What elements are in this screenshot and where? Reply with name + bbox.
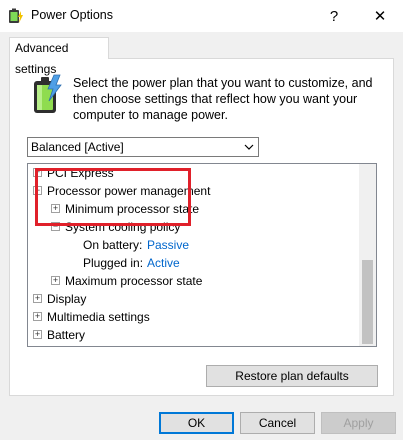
setting-label: Plugged in:	[83, 256, 144, 270]
on-battery-value-link[interactable]: Passive	[147, 236, 189, 254]
power-plan-select[interactable]: Balanced [Active]	[27, 137, 259, 157]
cancel-button[interactable]: Cancel	[240, 412, 315, 434]
expand-icon[interactable]: +	[33, 168, 42, 177]
apply-button[interactable]: Apply	[321, 412, 396, 434]
collapse-icon[interactable]: −	[51, 222, 60, 231]
power-options-icon	[9, 8, 23, 23]
tree-item-label: Minimum processor state	[65, 202, 200, 216]
tree-item-label: Display	[47, 292, 87, 306]
tab-advanced-settings[interactable]: Advanced settings	[9, 37, 109, 76]
expand-icon[interactable]: +	[33, 312, 42, 321]
expand-icon[interactable]: +	[33, 330, 42, 339]
tree-item-label: System cooling policy	[65, 220, 181, 234]
power-plan-value: Balanced [Active]	[31, 140, 124, 154]
restore-plan-defaults-button[interactable]: Restore plan defaults	[206, 365, 378, 387]
tree-item-label: Battery	[47, 328, 86, 342]
tree-item-label: PCI Express	[47, 166, 114, 180]
chevron-down-icon	[244, 139, 254, 161]
window-title: Power Options	[31, 8, 113, 22]
title-bar: Power Options ? ✕	[0, 0, 403, 32]
settings-tree[interactable]: + PCI Express − Processor power manageme…	[27, 163, 377, 347]
description-text: Select the power plan that you want to c…	[73, 76, 373, 122]
scrollbar-thumb[interactable]	[362, 260, 373, 344]
expand-icon[interactable]: +	[51, 204, 60, 213]
collapse-icon[interactable]: −	[33, 186, 42, 195]
ok-button[interactable]: OK	[159, 412, 234, 434]
expand-icon[interactable]: +	[51, 276, 60, 285]
vertical-scrollbar[interactable]	[359, 164, 376, 346]
advanced-settings-panel: Select the power plan that you want to c…	[9, 58, 394, 396]
help-button[interactable]: ?	[311, 0, 357, 32]
plugged-in-value-link[interactable]: Active	[147, 254, 180, 272]
close-button[interactable]: ✕	[357, 0, 403, 32]
tree-item-label: Multimedia settings	[47, 310, 150, 324]
expand-icon[interactable]: +	[33, 294, 42, 303]
setting-label: On battery:	[83, 238, 143, 252]
tree-item-label: Maximum processor state	[65, 274, 203, 288]
tree-item-label: Processor power management	[47, 184, 211, 198]
